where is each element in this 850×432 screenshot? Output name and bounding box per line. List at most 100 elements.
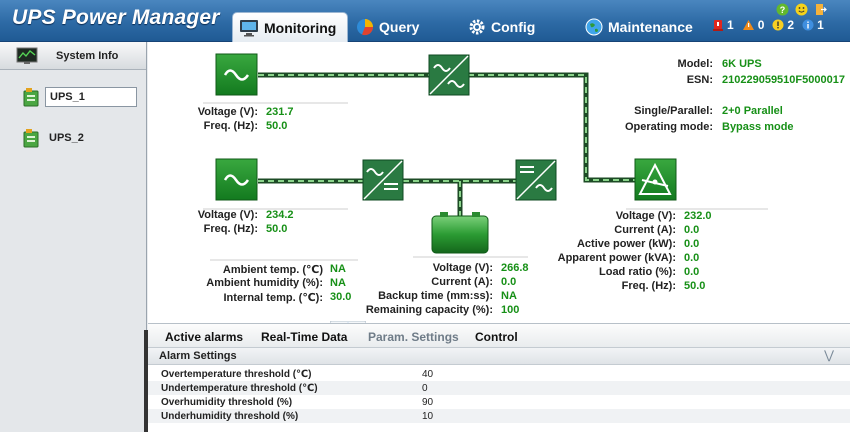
ambient-temp-value: NA [330,263,346,275]
info-alarm-icon [802,19,814,31]
tab-real-time-data[interactable]: Real-Time Data [261,330,347,344]
bypass-switch-module[interactable] [428,54,470,96]
output-voltage-value: 232.0 [684,210,712,222]
system-info-icon [16,47,38,65]
backup-time-label: Backup time (mm:ss): [378,290,493,302]
ambient-humidity-label: Ambient humidity (%): [206,277,323,289]
rectifier-module[interactable] [362,159,404,201]
remaining-capacity-value: 100 [501,304,520,316]
model-label: Model: [677,58,713,70]
tab-config-label: Config [491,19,536,35]
setting-value[interactable]: 40 [422,369,433,380]
setting-value[interactable]: 0 [422,383,428,394]
power-lines [258,72,636,216]
battery-voltage-value: 266.8 [501,262,529,274]
alarm-settings-title: Alarm Settings [159,350,237,362]
battery-current-value: 0.0 [501,276,517,288]
tab-maintenance[interactable]: Maintenance [585,12,693,42]
main-freq-label: Freq. (Hz): [203,223,258,235]
battery-current-label: Current (A): [431,276,493,288]
ups-device-icon [22,128,40,148]
bypass-voltage-value: 231.7 [266,106,294,118]
output-freq-label: Freq. (Hz): [621,280,676,292]
load-ratio-value: 0.0 [684,266,700,278]
sidebar-item-label: UPS_1 [45,87,137,107]
esn-label: ESN: [686,74,713,86]
table-row: Overhumidity threshold (%) 90 [148,395,850,409]
smiley-icon[interactable] [795,3,808,16]
apparent-power-value: 0.0 [684,252,700,264]
remaining-capacity-label: Remaining capacity (%): [365,304,493,316]
monitoring-panel: Voltage (V): 231.7 Freq. (Hz): 50.0 Volt… [148,42,850,323]
system-info-label: System Info [56,49,119,62]
header-bar: UPS Power Manager Monitoring Query Confi… [0,0,850,42]
bypass-input-module[interactable] [215,53,258,96]
gear-icon [468,18,486,36]
app-title: UPS Power Manager [12,6,220,29]
alarm-summary: 1 0 2 1 [712,18,832,32]
inverter-module[interactable] [515,159,557,201]
collapse-chevron-icon[interactable]: ⋁ [824,348,834,362]
details-panel: Active alarms Real-Time Data Param. Sett… [148,323,850,432]
model-value: 6K UPS [722,58,762,70]
main-voltage-value: 234.2 [266,209,294,221]
sidebar-splitter[interactable] [144,330,148,432]
load-ratio-label: Load ratio (%): [599,266,676,278]
pie-chart-icon [356,18,374,36]
bypass-freq-label: Freq. (Hz): [203,120,258,132]
top-right-toolbar: ? [776,3,827,16]
device-sidebar: System Info UPS_1 UPS_2 [0,42,147,432]
setting-value[interactable]: 90 [422,397,433,408]
critical-alarm-icon [712,19,724,32]
ambient-humidity-value: NA [330,277,346,289]
operating-mode-label: Operating mode: [624,121,713,133]
sidebar-item-label: UPS_2 [49,132,84,144]
esn-value: 210229059510F5000017 [722,74,845,86]
minor-alarm-icon [772,19,784,31]
setting-value[interactable]: 10 [422,411,433,422]
bypass-voltage-label: Voltage (V): [197,106,258,118]
operating-mode-value: Bypass mode [722,121,794,133]
info-alarm-count[interactable]: 1 [802,18,824,32]
setting-name: Overtemperature threshold (℃) [161,368,312,380]
tab-maintenance-label: Maintenance [608,19,693,35]
system-info-button[interactable]: System Info [0,42,146,70]
details-tab-bar: Active alarms Real-Time Data Param. Sett… [148,324,850,348]
backup-time-value: NA [501,290,517,302]
battery-module[interactable] [431,212,489,254]
major-alarm-count[interactable]: 0 [742,18,764,32]
tab-query-label: Query [379,19,420,35]
output-freq-value: 50.0 [684,280,706,292]
sidebar-item-ups-2[interactable]: UPS_2 [22,128,88,148]
table-row: Underhumidity threshold (%) 10 [148,409,850,423]
setting-name: Overhumidity threshold (%) [161,396,293,408]
monitor-icon [239,19,259,37]
globe-icon [585,18,603,36]
exit-icon[interactable] [814,3,827,16]
ambient-temp-label: Ambient temp. (℃) [222,264,323,276]
bypass-freq-value: 50.0 [266,120,288,132]
tab-config[interactable]: Config [468,12,535,42]
active-power-value: 0.0 [684,238,700,250]
minor-alarm-count[interactable]: 2 [772,18,794,32]
internal-temp-label: Internal temp. (℃): [223,292,324,304]
output-load-module[interactable] [634,158,677,201]
setting-name: Underhumidity threshold (%) [161,410,299,422]
active-power-label: Active power (kW): [576,238,676,250]
table-row: Overtemperature threshold (℃) 40 [148,367,850,381]
tab-monitoring-label: Monitoring [264,19,337,36]
critical-alarm-count[interactable]: 1 [712,18,734,32]
main-voltage-label: Voltage (V): [197,209,258,221]
help-icon[interactable]: ? [776,3,789,16]
tab-control[interactable]: Control [475,330,518,344]
tab-active-alarms[interactable]: Active alarms [165,330,243,344]
output-current-value: 0.0 [684,224,700,236]
svg-text:?: ? [780,5,786,15]
tab-query[interactable]: Query [356,12,419,42]
sidebar-item-ups-1[interactable]: UPS_1 [22,87,137,107]
tab-monitoring[interactable]: Monitoring [232,12,348,42]
main-input-module[interactable] [215,158,258,201]
alarm-settings-header[interactable]: Alarm Settings ⋁ [148,348,850,365]
single-parallel-value: 2+0 Parallel [722,105,783,117]
tab-param-settings[interactable]: Param. Settings [368,330,459,344]
